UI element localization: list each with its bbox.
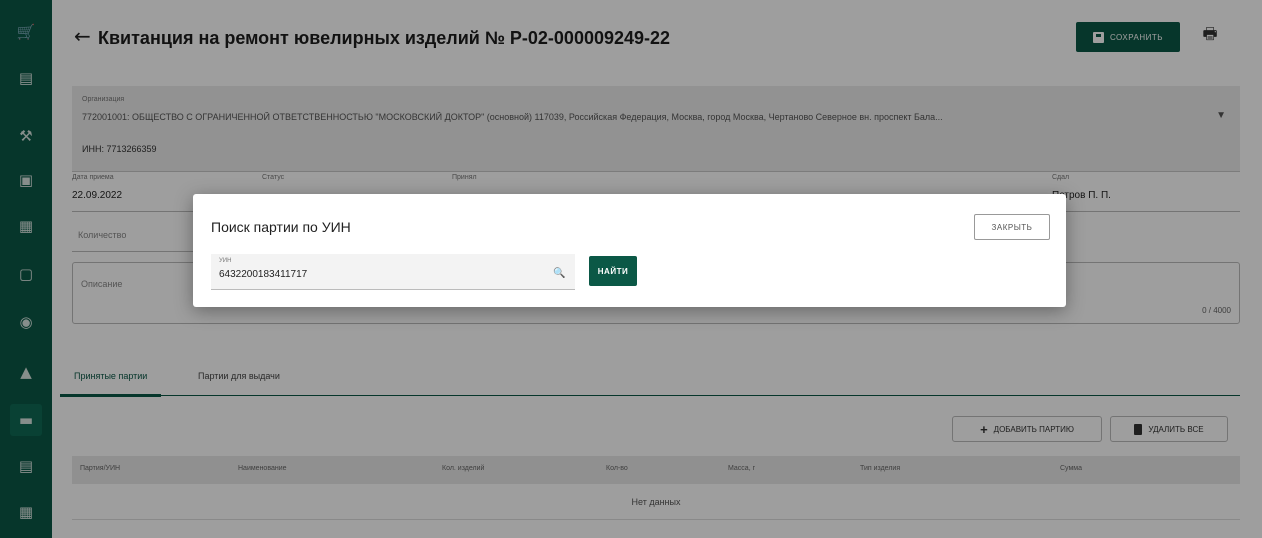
close-button[interactable]: ЗАКРЫТЬ	[974, 214, 1050, 240]
search-icon[interactable]: 🔍	[553, 268, 565, 279]
find-button[interactable]: НАЙТИ	[589, 256, 637, 286]
dialog-title: Поиск партии по УИН	[211, 219, 351, 235]
uin-search-dialog: Поиск партии по УИН ЗАКРЫТЬ УИН 🔍 НАЙТИ	[193, 194, 1066, 307]
uin-field[interactable]: УИН 🔍	[211, 254, 575, 290]
uin-input[interactable]	[219, 269, 539, 280]
uin-label: УИН	[219, 258, 232, 264]
